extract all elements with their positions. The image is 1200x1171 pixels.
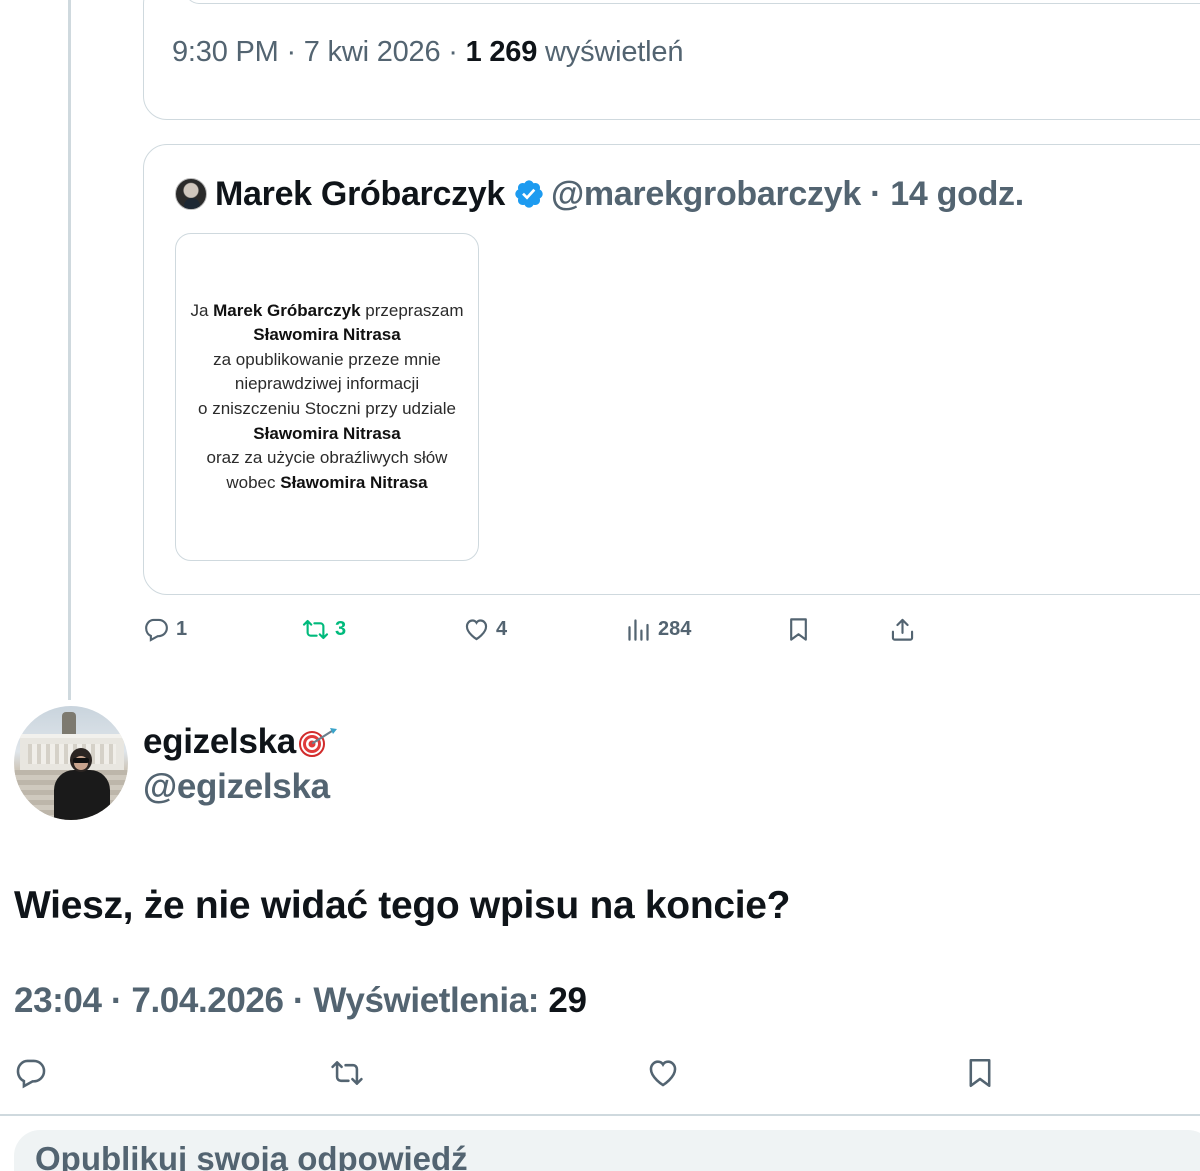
image-line-7: oraz za użycie obraźliwych słów [206,448,448,468]
dart-target-icon [298,728,337,757]
reply-count: 1 [176,618,188,640]
quoted-tweet-header: Marek Gróbarczyk @marekgrobarczyk · 14 g… [175,172,1024,216]
bookmark-icon [969,1058,991,1088]
tweet-timestamp[interactable]: 23:04 · 7.04.2026 · Wyświetlenia: [14,981,548,1020]
bookmark-button-main[interactable] [963,1056,997,1090]
views-icon [628,619,649,641]
share-icon [891,618,914,641]
like-button[interactable]: 4 [463,616,507,643]
image-text-segment: Ja [190,300,214,320]
retweet-button-main[interactable] [330,1056,364,1090]
author-handle[interactable]: @egizelska [143,767,330,807]
like-count: 4 [496,618,508,640]
author-display-name[interactable]: egizelska [143,722,296,762]
quoted-author-name[interactable]: Marek Gróbarczyk [215,175,505,214]
quoted-author-avatar[interactable] [175,178,207,210]
tweet-action-bar: 1 3 4 284 [0,610,1200,654]
image-text-segment: przepraszam [360,300,464,320]
author-name-row[interactable]: egizelska [143,722,340,762]
divider [0,1114,1200,1116]
tweet-views-count: 29 [548,981,587,1020]
previous-tweet-views-count: 1 269 [465,36,538,68]
image-line-3: za opublikowanie przeze mnie [213,349,441,369]
bookmark-icon [790,618,807,641]
image-text-bold-segment: Sławomira Nitrasa [280,472,428,492]
image-line-5: o zniszczeniu Stoczni przy udziale [198,399,456,418]
like-button-main[interactable] [646,1056,680,1090]
retweet-button[interactable]: 3 [302,616,346,643]
tweet-meta: 23:04 · 7.04.2026 · Wyświetlenia: 29 [14,981,587,1021]
retweet-count: 3 [335,618,347,640]
image-text-bold-segment: Sławomira Nitrasa [253,423,401,443]
thread-line [68,0,71,700]
image-text-bold-segment: Sławomira Nitrasa [253,325,401,345]
avatar-photo-detail [73,758,89,763]
views-count: 284 [658,618,692,640]
previous-embedded-card-edge [185,0,1200,4]
bookmark-button[interactable] [785,616,818,643]
image-text-bold-segment: Marek Gróbarczyk [213,300,361,320]
previous-tweet-meta: 9:30 PM · 7 kwi 2026 · 1 269 wyświetleń [172,36,683,69]
views-button[interactable]: 284 [625,616,691,643]
reply-icon [16,1059,46,1089]
author-avatar[interactable] [14,706,128,820]
retweet-icon [302,619,329,640]
quoted-author-handle-time[interactable]: @marekgrobarczyk · 14 godz. [551,175,1024,214]
reply-composer-placeholder[interactable]: Opublikuj swoją odpowiedź [35,1140,468,1171]
previous-tweet-views-label: wyświetleń [537,36,684,68]
retweet-icon [331,1061,363,1085]
reply-button-main[interactable] [14,1056,48,1090]
image-line-1: Ja Marek Gróbarczyk przepraszam [190,299,463,324]
image-line-6: Sławomira Nitrasa [253,422,400,447]
like-icon [465,619,488,641]
avatar-photo-detail [54,748,110,820]
avatar-photo-detail [54,770,110,820]
image-line-8: wobec Sławomira Nitrasa [226,471,427,496]
image-line-4: nieprawdziwej informacji [234,374,420,394]
tweet-text: Wiesz, że nie widać tego wpisu na koncie… [14,884,791,927]
reply-icon [145,618,168,642]
image-line-2: Sławomira Nitrasa [253,323,400,348]
like-icon [649,1060,677,1087]
quoted-tweet-image[interactable]: Ja Marek Gróbarczyk przepraszam Sławomir… [175,233,479,561]
previous-tweet-time: 9:30 PM · 7 kwi 2026 · [172,36,466,68]
avatar-photo-detail [62,712,76,734]
verified-badge-icon [515,180,543,208]
image-text-segment: wobec [226,472,281,492]
reply-button[interactable]: 1 [143,616,187,643]
share-button[interactable] [889,616,922,643]
